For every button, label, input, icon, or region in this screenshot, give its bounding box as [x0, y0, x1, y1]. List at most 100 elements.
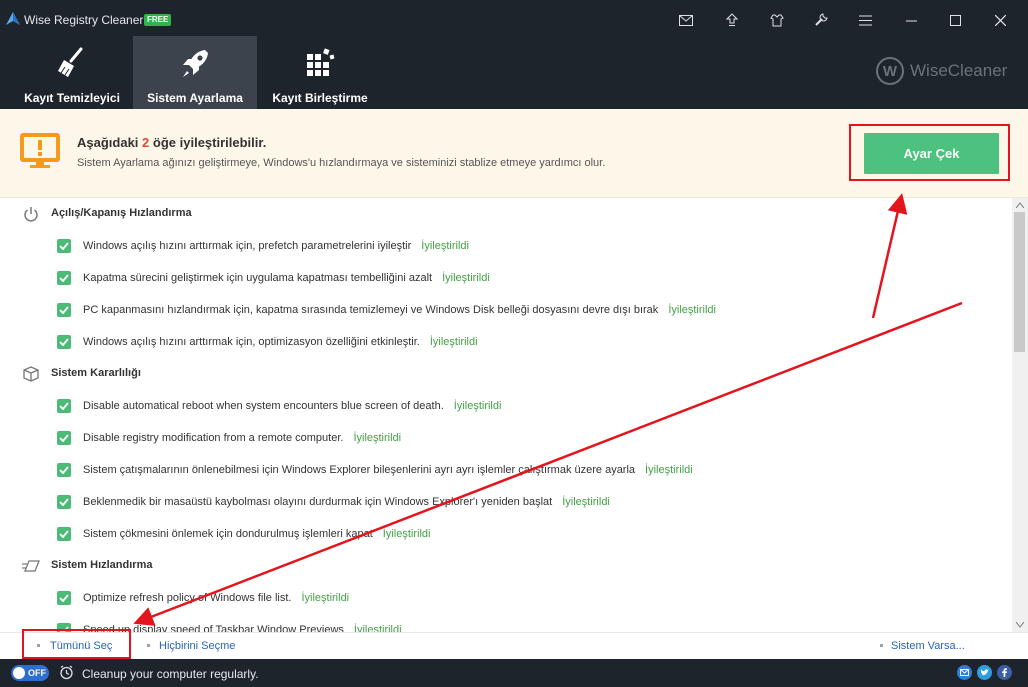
- tab-registry-defrag[interactable]: Kayıt Birleştirme: [258, 36, 382, 109]
- section-title: Açılış/Kapanış Hızlandırma: [51, 207, 192, 219]
- bullet: [880, 644, 883, 647]
- tab-label: Sistem Ayarlama: [147, 91, 243, 105]
- item-checkbox[interactable]: [57, 463, 71, 477]
- upload-icon[interactable]: [719, 8, 745, 32]
- item-status: İyileştirildi: [382, 528, 431, 540]
- system-default-link[interactable]: Sistem Varsa...: [891, 640, 965, 652]
- warning-monitor-icon: [20, 133, 60, 168]
- alarm-clock-icon: [60, 665, 73, 680]
- item-checkbox[interactable]: [57, 399, 71, 413]
- toggle-knob: [13, 667, 25, 679]
- app-title: Wise Registry Cleaner X: [24, 13, 155, 27]
- item-status: İyileştirildi: [645, 464, 693, 476]
- tuneup-list[interactable]: Açılış/Kapanış Hızlandırma Windows açılı…: [0, 198, 1012, 632]
- scroll-up-icon[interactable]: [1016, 202, 1024, 208]
- list-item: Disable registry modification from a rem…: [0, 428, 1000, 448]
- header: Wise Registry Cleaner X FREE Kayıt Temiz…: [0, 0, 1028, 109]
- section-title: Sistem Kararlılığı: [51, 367, 141, 379]
- item-checkbox[interactable]: [57, 239, 71, 253]
- list-item: PC kapanmasını hızlandırmak için, kapatm…: [0, 300, 1000, 320]
- list-item: Disable automatical reboot when system e…: [0, 396, 1000, 416]
- rocket-icon: [183, 50, 208, 77]
- list-item: Sistem çökmesini önlemek için dondurulmu…: [0, 524, 1000, 544]
- section-title: Sistem Hızlandırma: [51, 559, 153, 571]
- tab-registry-cleaner[interactable]: Kayıt Temizleyici: [10, 36, 134, 109]
- tab-label: Kayıt Temizleyici: [24, 91, 120, 105]
- wisecleaner-logo[interactable]: W WiseCleaner: [876, 56, 1007, 86]
- issue-count: 2: [142, 135, 150, 150]
- item-status: İyileştirildi: [353, 624, 402, 632]
- status-message: Cleanup your computer regularly.: [82, 667, 259, 681]
- maximize-icon[interactable]: [942, 8, 968, 32]
- mail-icon[interactable]: [673, 8, 699, 32]
- item-status: İyileştirildi: [453, 400, 502, 412]
- item-status: İyileştirildi: [353, 432, 402, 444]
- item-label: Disable automatical reboot when system e…: [83, 400, 444, 412]
- item-checkbox[interactable]: [57, 591, 71, 605]
- tab-label: Kayıt Birleştirme: [272, 91, 368, 105]
- fix-button-highlight: [849, 124, 1010, 181]
- item-checkbox[interactable]: [57, 431, 71, 445]
- item-checkbox[interactable]: [57, 303, 71, 317]
- scroll-down-icon[interactable]: [1016, 622, 1024, 628]
- free-badge: FREE: [144, 14, 172, 26]
- list-scrollbar[interactable]: [1012, 198, 1028, 632]
- speed-icon: [22, 560, 40, 572]
- select-none-link[interactable]: Hiçbirini Seçme: [159, 640, 235, 652]
- skin-icon[interactable]: [764, 8, 790, 32]
- close-icon[interactable]: [987, 8, 1013, 32]
- bullet: [147, 644, 150, 647]
- item-checkbox[interactable]: [57, 335, 71, 349]
- blocks-icon: [307, 48, 335, 76]
- item-status: İyileştirildi: [668, 304, 716, 316]
- item-checkbox[interactable]: [57, 271, 71, 285]
- tab-system-tuneup[interactable]: Sistem Ayarlama: [133, 36, 257, 109]
- item-label: PC kapanmasını hızlandırmak için, kapatm…: [83, 304, 659, 316]
- item-status: İyileştirildi: [562, 496, 610, 508]
- item-label: Windows açılış hızını arttırmak için, pr…: [83, 240, 412, 252]
- auto-clean-toggle[interactable]: OFF: [11, 665, 49, 681]
- broom-icon: [58, 47, 83, 77]
- section-header: Sistem Kararlılığı: [0, 364, 1000, 384]
- facebook-icon[interactable]: [997, 665, 1012, 680]
- item-label: Sistem çatışmalarının önlenebilmesi için…: [83, 464, 636, 476]
- select-all-highlight: [22, 629, 131, 659]
- selection-bar: [0, 632, 1028, 660]
- banner-subtitle: Sistem Ayarlama ağınızı geliştirmeye, Wi…: [77, 157, 606, 169]
- item-label: Optimize refresh policy of Windows file …: [83, 592, 292, 604]
- power-icon: [24, 207, 38, 222]
- section-header: Sistem Hızlandırma: [0, 556, 1000, 576]
- title-bar[interactable]: Wise Registry Cleaner X FREE: [0, 0, 1028, 38]
- item-status: İyileştirildi: [301, 592, 350, 604]
- list-item: Speed up display speed of Taskbar Window…: [0, 620, 1000, 632]
- scroll-thumb[interactable]: [1014, 212, 1025, 352]
- toggle-label: OFF: [28, 668, 46, 678]
- list-item: Optimize refresh policy of Windows file …: [0, 588, 1000, 608]
- item-label: Windows açılış hızını arttırmak için, op…: [83, 336, 420, 348]
- twitter-icon[interactable]: [977, 665, 992, 680]
- minimize-icon[interactable]: [898, 8, 924, 32]
- section-header: Açılış/Kapanış Hızlandırma: [0, 204, 1000, 224]
- brand-mark: W: [876, 57, 904, 85]
- list-item: Sistem çatışmalarının önlenebilmesi için…: [0, 460, 1000, 480]
- app-logo-icon: [6, 12, 20, 25]
- list-item: Kapatma sürecini geliştirmek için uygula…: [0, 268, 1000, 288]
- menu-icon[interactable]: [852, 8, 878, 32]
- list-item: Windows açılış hızını arttırmak için, pr…: [0, 236, 1000, 256]
- banner-title: Aşağıdaki 2 öğe iyileştirilebilir.: [77, 135, 267, 150]
- item-label: Disable registry modification from a rem…: [83, 432, 344, 444]
- item-status: İyileştirildi: [429, 336, 478, 348]
- item-status: İyileştirildi: [421, 240, 469, 252]
- mail-icon[interactable]: [957, 665, 972, 680]
- item-checkbox[interactable]: [57, 527, 71, 541]
- item-label: Sistem çökmesini önlemek için dondurulmu…: [83, 528, 373, 540]
- cube-icon: [23, 366, 39, 382]
- list-item: Beklenmedik bir masaüstü kaybolması olay…: [0, 492, 1000, 512]
- item-label: Beklenmedik bir masaüstü kaybolması olay…: [83, 496, 553, 508]
- tools-icon[interactable]: [808, 8, 834, 32]
- app-window: Wise Registry Cleaner X FREE Kayıt Temiz…: [0, 0, 1028, 687]
- list-item: Windows açılış hızını arttırmak için, op…: [0, 332, 1000, 352]
- brand-text: WiseCleaner: [910, 61, 1008, 80]
- item-status: İyileştirildi: [442, 272, 490, 284]
- item-checkbox[interactable]: [57, 495, 71, 509]
